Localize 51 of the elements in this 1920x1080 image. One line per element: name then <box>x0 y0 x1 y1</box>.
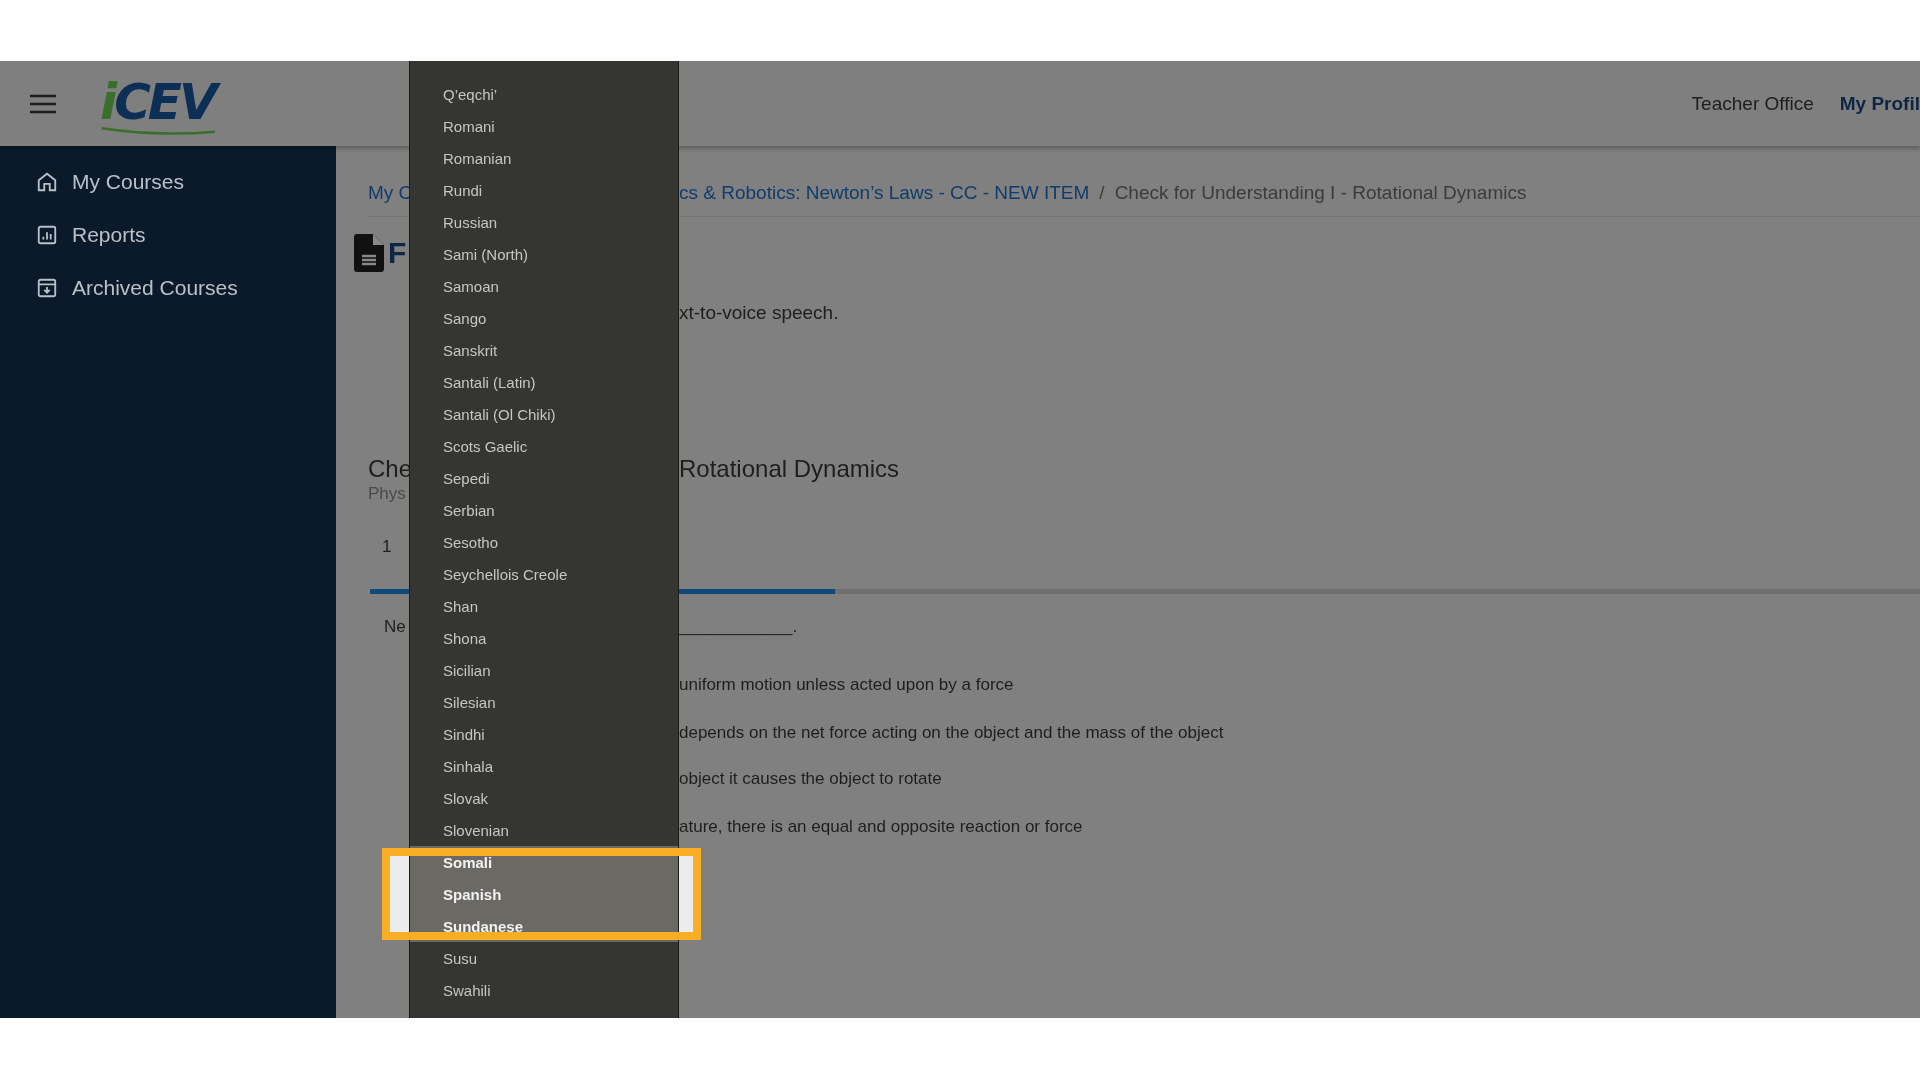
language-option[interactable]: Santali (Ol Chiki) <box>410 398 678 430</box>
language-option[interactable]: Q’eqchi’ <box>410 78 678 110</box>
language-option[interactable]: Samoan <box>410 270 678 302</box>
slash-divider: / <box>1099 182 1105 204</box>
language-option[interactable]: Sepedi <box>410 462 678 494</box>
profile-link[interactable]: My Profil <box>1839 92 1920 115</box>
sidebar-item[interactable]: Reports <box>36 217 336 253</box>
language-option[interactable]: Sindhi <box>410 718 678 750</box>
notice-text: xt-to-voice speech. <box>679 302 840 324</box>
language-option[interactable]: Serbian <box>410 494 678 526</box>
question-counter: 1 <box>382 537 392 556</box>
language-option[interactable]: Sicilian <box>410 654 678 686</box>
answer-option[interactable]: ature, there is an equal and opposite reaction or force <box>679 817 1920 837</box>
document-icon <box>354 234 384 272</box>
language-option[interactable]: Shan <box>410 590 678 622</box>
language-option[interactable]: Susu <box>410 942 678 974</box>
quiz-title: Rotational Dynamics <box>679 455 901 483</box>
menu-icon[interactable] <box>30 93 56 114</box>
language-option[interactable]: Sango <box>410 302 678 334</box>
sidebar-item[interactable]: My Courses <box>36 164 336 200</box>
language-option[interactable]: Sami (North) <box>410 238 678 270</box>
question-text: Ne <box>384 617 406 636</box>
bar-chart-icon <box>36 224 58 246</box>
language-option[interactable]: Russian <box>410 206 678 238</box>
language-option[interactable]: Slovak <box>410 782 678 814</box>
language-option[interactable]: Scots Gaelic <box>410 430 678 462</box>
home-icon <box>36 171 58 193</box>
header-link[interactable]: Teacher Office <box>1691 92 1814 115</box>
language-option[interactable]: Somali <box>410 846 678 878</box>
language-option[interactable]: Romani <box>410 110 678 142</box>
language-option[interactable]: Shona <box>410 622 678 654</box>
language-option[interactable]: Sundanese <box>410 910 678 942</box>
language-option[interactable]: Slovenian <box>410 814 678 846</box>
answer-option[interactable]: uniform motion unless acted upon by a force <box>679 675 1920 695</box>
language-option[interactable]: Sinhala <box>410 750 678 782</box>
language-option[interactable]: Spanish <box>410 878 678 910</box>
language-option[interactable]: Romanian <box>410 142 678 174</box>
current-page-label: Check for Understanding I - Rotational Dynamics <box>1114 182 1527 204</box>
answer-option[interactable]: depends on the net force acting on the object and the mass of the object <box>679 723 1920 743</box>
language-option[interactable]: Swahili <box>410 974 678 1006</box>
page-title: F <box>388 236 407 270</box>
answer-option[interactable]: object it causes the object to rotate <box>679 769 1920 789</box>
archive-icon <box>36 277 58 299</box>
language-option[interactable]: Sanskrit <box>410 334 678 366</box>
language-option[interactable]: Sesotho <box>410 526 678 558</box>
language-option[interactable]: Seychellois Creole <box>410 558 678 590</box>
sidebar-item[interactable]: Archived Courses <box>36 270 336 306</box>
language-option[interactable]: Santali (Latin) <box>410 366 678 398</box>
question-text: ____________. <box>679 617 799 637</box>
language-option[interactable]: Silesian <box>410 686 678 718</box>
language-option[interactable]: Rundi <box>410 174 678 206</box>
